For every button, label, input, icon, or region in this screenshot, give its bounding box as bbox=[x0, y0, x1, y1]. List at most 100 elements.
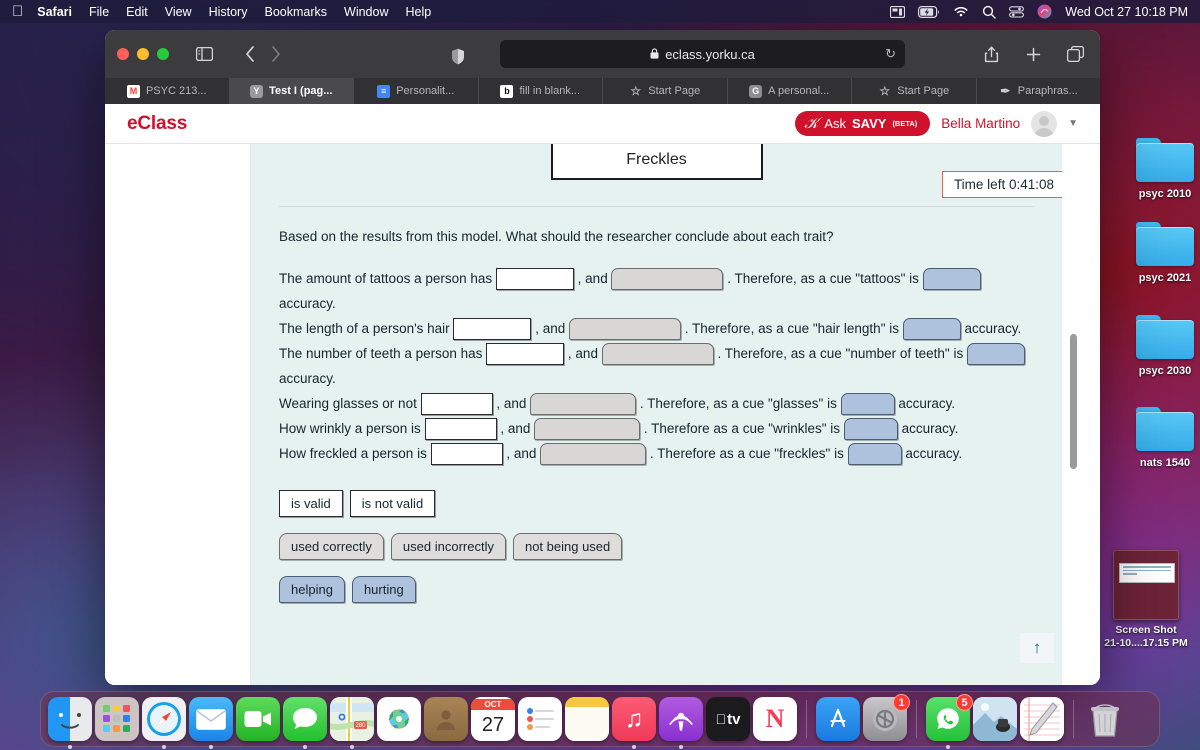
reload-icon[interactable]: ↻ bbox=[885, 46, 896, 62]
user-name-label[interactable]: Bella Martino bbox=[941, 116, 1020, 131]
token-helping[interactable]: helping bbox=[279, 576, 345, 603]
screen-mirroring-icon[interactable] bbox=[890, 5, 906, 18]
browser-tab-psyc-213[interactable]: M PSYC 213... bbox=[105, 78, 230, 104]
dock-item-safari[interactable] bbox=[142, 697, 186, 749]
question-row-hair-length: The length of a person's hair , and . Th… bbox=[279, 316, 1034, 341]
tab-overview-icon[interactable] bbox=[1062, 42, 1088, 66]
browser-tab-test-i[interactable]: Y Test I (pag... bbox=[229, 78, 354, 104]
address-bar[interactable]: eclass.yorku.ca ↻ bbox=[500, 40, 905, 68]
browser-tab-paraphraser[interactable]: ✒ Paraphras... bbox=[977, 78, 1101, 104]
control-center-icon[interactable] bbox=[1009, 5, 1025, 18]
drop-blank-usage-wrinkles[interactable] bbox=[534, 418, 641, 441]
drop-blank-validity-teeth[interactable] bbox=[486, 343, 565, 366]
menu-item-help[interactable]: Help bbox=[405, 5, 431, 19]
browser-tab-personality[interactable]: ≡ Personalit... bbox=[354, 78, 479, 104]
sidebar-toggle-icon[interactable] bbox=[191, 42, 217, 66]
back-button[interactable] bbox=[237, 42, 263, 66]
menu-item-edit[interactable]: Edit bbox=[126, 5, 148, 19]
dock-item-photos[interactable] bbox=[377, 697, 421, 741]
drop-blank-usage-hair[interactable] bbox=[569, 318, 682, 341]
menu-item-history[interactable]: History bbox=[209, 5, 248, 19]
dock-item-news[interactable]: N bbox=[753, 697, 797, 741]
token-used-incorrectly[interactable]: used incorrectly bbox=[390, 533, 506, 560]
drop-blank-effect-freckles[interactable] bbox=[847, 443, 902, 466]
minimize-window-button[interactable] bbox=[137, 48, 149, 60]
apple-icon[interactable]:  bbox=[12, 4, 23, 19]
dock-item-calendar[interactable]: OCT 27 bbox=[471, 697, 515, 741]
spotlight-search-icon[interactable] bbox=[982, 5, 996, 19]
maximize-window-button[interactable] bbox=[157, 48, 169, 60]
drop-blank-effect-glasses[interactable] bbox=[840, 393, 895, 416]
dock-item-whatsapp[interactable]: 5 bbox=[926, 694, 973, 749]
browser-tab-a-personal[interactable]: G A personal... bbox=[728, 78, 852, 104]
drop-blank-validity-tattoos[interactable] bbox=[495, 268, 574, 291]
drop-blank-effect-hair[interactable] bbox=[902, 318, 961, 341]
chevron-down-icon[interactable]: ▼ bbox=[1068, 118, 1078, 129]
dock-item-apple-tv[interactable]: tv bbox=[706, 697, 750, 741]
dock-item-notes[interactable] bbox=[565, 697, 609, 741]
drop-blank-validity-hair[interactable] bbox=[453, 318, 532, 341]
row-tail-text: accuracy. bbox=[279, 371, 336, 386]
browser-tab-start-page-2[interactable]: ☆ Start Page bbox=[852, 78, 977, 104]
drop-blank-usage-freckles[interactable] bbox=[540, 443, 647, 466]
menu-item-safari[interactable]: Safari bbox=[37, 5, 72, 19]
drop-blank-effect-tattoos[interactable] bbox=[922, 268, 981, 291]
desktop-folder-psyc-2021[interactable]: psyc 2021 bbox=[1117, 222, 1200, 284]
scroll-to-top-arrow-icon[interactable]: ↑ bbox=[1020, 633, 1054, 663]
dock-item-music[interactable]: ♫ bbox=[612, 697, 656, 749]
menubar-clock[interactable]: Wed Oct 27 10:18 PM bbox=[1065, 5, 1188, 19]
browser-tab-fill-in-blank[interactable]: b fill in blank... bbox=[479, 78, 603, 104]
drop-blank-validity-glasses[interactable] bbox=[420, 393, 493, 416]
menu-item-view[interactable]: View bbox=[165, 5, 192, 19]
drop-blank-effect-wrinkles[interactable] bbox=[843, 418, 898, 441]
desktop-folder-psyc-2030[interactable]: psyc 2030 bbox=[1117, 315, 1200, 377]
avatar[interactable] bbox=[1031, 110, 1058, 137]
drop-blank-usage-glasses[interactable] bbox=[530, 393, 637, 416]
menu-item-window[interactable]: Window bbox=[344, 5, 388, 19]
token-is-not-valid[interactable]: is not valid bbox=[349, 490, 436, 517]
dock-item-finder[interactable] bbox=[48, 697, 92, 749]
close-window-button[interactable] bbox=[117, 48, 129, 60]
dock-item-textedit[interactable] bbox=[1020, 697, 1064, 741]
token-not-being-used[interactable]: not being used bbox=[512, 533, 623, 560]
drop-blank-effect-teeth[interactable] bbox=[966, 343, 1025, 366]
dock-item-maps[interactable]: 280 bbox=[330, 697, 374, 749]
forward-button[interactable] bbox=[263, 42, 289, 66]
page-scrollbar-thumb[interactable] bbox=[1070, 334, 1077, 469]
dock-item-app-store[interactable] bbox=[816, 697, 860, 741]
desktop-file-screenshot[interactable]: Screen Shot 21-10....17.15 PM bbox=[1092, 550, 1200, 650]
eclass-logo[interactable]: eClass bbox=[127, 113, 187, 135]
drop-blank-usage-teeth[interactable] bbox=[601, 343, 714, 366]
wifi-icon[interactable] bbox=[953, 6, 969, 18]
siri-icon[interactable] bbox=[1037, 4, 1052, 19]
dock-divider bbox=[806, 700, 807, 738]
dock-item-system-preferences[interactable]: 1 bbox=[863, 694, 910, 741]
browser-tab-start-page-1[interactable]: ☆ Start Page bbox=[603, 78, 728, 104]
menu-item-file[interactable]: File bbox=[89, 5, 109, 19]
dock-item-podcasts[interactable] bbox=[659, 697, 703, 749]
dock-item-messages[interactable] bbox=[283, 697, 327, 749]
desktop-folder-nats-1540[interactable]: nats 1540 bbox=[1117, 407, 1200, 469]
privacy-shield-icon[interactable] bbox=[445, 44, 471, 68]
share-icon[interactable] bbox=[978, 42, 1004, 66]
drop-blank-validity-wrinkles[interactable] bbox=[424, 418, 497, 441]
token-is-valid[interactable]: is valid bbox=[279, 490, 343, 517]
ask-savy-button[interactable]: 𝒦 Ask SAVY (BETA) bbox=[795, 111, 931, 136]
dock-item-launchpad[interactable] bbox=[95, 697, 139, 741]
dock-item-contacts[interactable] bbox=[424, 697, 468, 741]
battery-charging-icon[interactable] bbox=[918, 5, 940, 18]
desktop-folder-psyc-2010[interactable]: psyc 2010 bbox=[1117, 138, 1200, 200]
tab-label: Start Page bbox=[897, 85, 950, 97]
menu-item-bookmarks[interactable]: Bookmarks bbox=[264, 5, 327, 19]
dock-item-mail[interactable] bbox=[189, 697, 233, 749]
dock-item-trash[interactable] bbox=[1083, 697, 1127, 741]
dock-item-facetime[interactable] bbox=[236, 697, 280, 741]
drop-blank-validity-freckles[interactable] bbox=[430, 443, 503, 466]
dock-item-preview[interactable] bbox=[973, 697, 1017, 741]
token-hurting[interactable]: hurting bbox=[351, 576, 416, 603]
token-used-correctly[interactable]: used correctly bbox=[279, 533, 384, 560]
dock-item-reminders[interactable] bbox=[518, 697, 562, 741]
question-row-wrinkles: How wrinkly a person is , and . Therefor… bbox=[279, 416, 1034, 441]
drop-blank-usage-tattoos[interactable] bbox=[611, 268, 724, 291]
new-tab-button[interactable] bbox=[1020, 42, 1046, 66]
